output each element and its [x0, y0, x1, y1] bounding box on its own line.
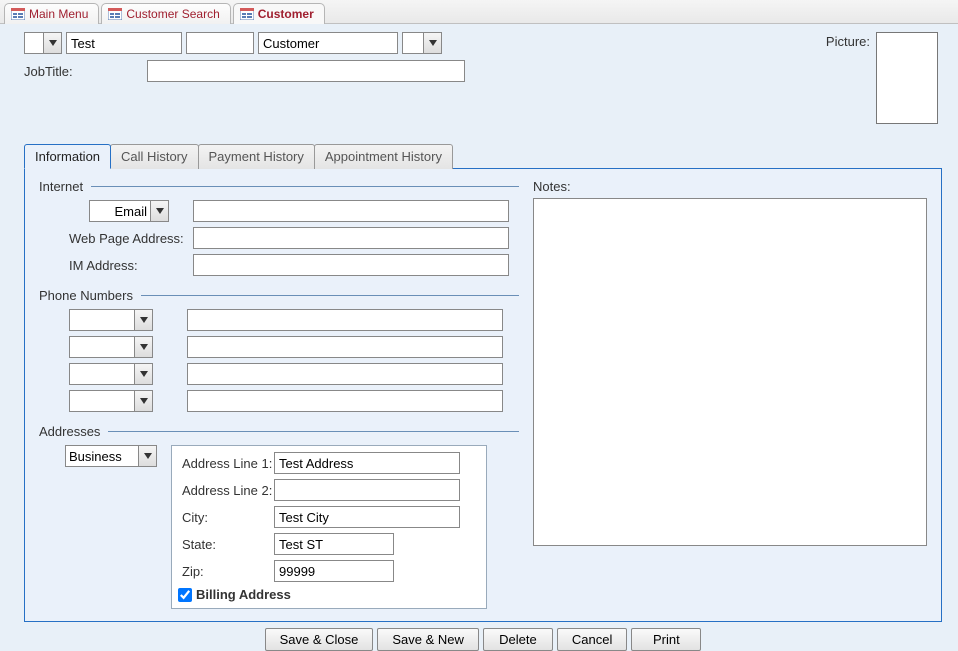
- phone-type-input[interactable]: [70, 310, 134, 330]
- phone-number-input[interactable]: [187, 336, 503, 358]
- address-type-dropdown[interactable]: [65, 445, 157, 467]
- delete-button[interactable]: Delete: [483, 628, 553, 651]
- page-tab-label: Main Menu: [29, 7, 88, 21]
- email-type-input[interactable]: [90, 201, 150, 221]
- addr-zip-input[interactable]: [274, 560, 394, 582]
- billing-checkbox[interactable]: [178, 588, 192, 602]
- suffix-dropdown[interactable]: [402, 32, 442, 54]
- prefix-input[interactable]: [25, 33, 43, 53]
- phone-type-dropdown[interactable]: [69, 309, 153, 331]
- tab-appointment-history[interactable]: Appointment History: [314, 144, 453, 169]
- tab-payment-history[interactable]: Payment History: [198, 144, 315, 169]
- dropdown-arrow-icon[interactable]: [43, 33, 61, 53]
- form-icon: [108, 8, 122, 20]
- divider: [108, 431, 519, 432]
- save-close-button[interactable]: Save & Close: [265, 628, 374, 651]
- email-type-dropdown[interactable]: [89, 200, 169, 222]
- dropdown-arrow-icon[interactable]: [134, 310, 152, 330]
- jobtitle-input[interactable]: [147, 60, 465, 82]
- phone-type-dropdown[interactable]: [69, 390, 153, 412]
- divider: [91, 186, 519, 187]
- email-input[interactable]: [193, 200, 509, 222]
- page-tab-customer-search[interactable]: Customer Search: [101, 3, 230, 24]
- web-input[interactable]: [193, 227, 509, 249]
- notes-textarea[interactable]: [533, 198, 927, 546]
- addr-line2-input[interactable]: [274, 479, 460, 501]
- page-tab-strip: Main Menu Customer Search Customer: [0, 0, 958, 24]
- suffix-input[interactable]: [403, 33, 423, 53]
- middle-name-input[interactable]: [186, 32, 254, 54]
- phone-number-input[interactable]: [187, 390, 503, 412]
- phone-type-input[interactable]: [70, 337, 134, 357]
- im-input[interactable]: [193, 254, 509, 276]
- picture-box[interactable]: [876, 32, 938, 124]
- phone-type-dropdown[interactable]: [69, 363, 153, 385]
- phone-number-input[interactable]: [187, 309, 503, 331]
- save-new-button[interactable]: Save & New: [377, 628, 479, 651]
- dropdown-arrow-icon[interactable]: [138, 446, 156, 466]
- jobtitle-label: JobTitle:: [24, 64, 73, 79]
- address-type-input[interactable]: [66, 446, 138, 466]
- addr-state-input[interactable]: [274, 533, 394, 555]
- dropdown-arrow-icon[interactable]: [134, 364, 152, 384]
- tab-information[interactable]: Information: [24, 144, 111, 169]
- dropdown-arrow-icon[interactable]: [150, 201, 168, 221]
- group-addresses-label: Addresses: [39, 424, 100, 439]
- page-tab-main-menu[interactable]: Main Menu: [4, 3, 99, 24]
- dropdown-arrow-icon[interactable]: [134, 391, 152, 411]
- addr-line1-input[interactable]: [274, 452, 460, 474]
- picture-label: Picture:: [826, 32, 870, 49]
- form-icon: [11, 8, 25, 20]
- notes-label: Notes:: [533, 179, 571, 194]
- phone-type-dropdown[interactable]: [69, 336, 153, 358]
- addr-city-label: City:: [178, 510, 274, 525]
- detail-tab-strip: Information Call History Payment History…: [24, 144, 942, 169]
- billing-label: Billing Address: [196, 587, 291, 602]
- group-internet-label: Internet: [39, 179, 83, 194]
- tab-call-history[interactable]: Call History: [110, 144, 198, 169]
- billing-checkbox-row[interactable]: Billing Address: [178, 587, 480, 602]
- page-tab-label: Customer: [258, 7, 314, 21]
- addr-city-input[interactable]: [274, 506, 460, 528]
- page-tab-label: Customer Search: [126, 7, 219, 21]
- im-label: IM Address:: [39, 258, 193, 273]
- first-name-input[interactable]: [66, 32, 182, 54]
- button-bar: Save & Close Save & New Delete Cancel Pr…: [24, 628, 942, 651]
- dropdown-arrow-icon[interactable]: [423, 33, 441, 53]
- form-icon: [240, 8, 254, 20]
- dropdown-arrow-icon[interactable]: [134, 337, 152, 357]
- prefix-dropdown[interactable]: [24, 32, 62, 54]
- phone-number-input[interactable]: [187, 363, 503, 385]
- web-label: Web Page Address:: [39, 231, 193, 246]
- address-panel: Address Line 1: Address Line 2: City: St…: [171, 445, 487, 609]
- phone-type-input[interactable]: [70, 391, 134, 411]
- print-button[interactable]: Print: [631, 628, 701, 651]
- addr-line2-label: Address Line 2:: [178, 483, 274, 498]
- group-phone-label: Phone Numbers: [39, 288, 133, 303]
- addr-zip-label: Zip:: [178, 564, 274, 579]
- last-name-input[interactable]: [258, 32, 398, 54]
- page-tab-customer[interactable]: Customer: [233, 3, 325, 24]
- addr-state-label: State:: [178, 537, 274, 552]
- addr-line1-label: Address Line 1:: [178, 456, 274, 471]
- phone-type-input[interactable]: [70, 364, 134, 384]
- cancel-button[interactable]: Cancel: [557, 628, 627, 651]
- divider: [141, 295, 519, 296]
